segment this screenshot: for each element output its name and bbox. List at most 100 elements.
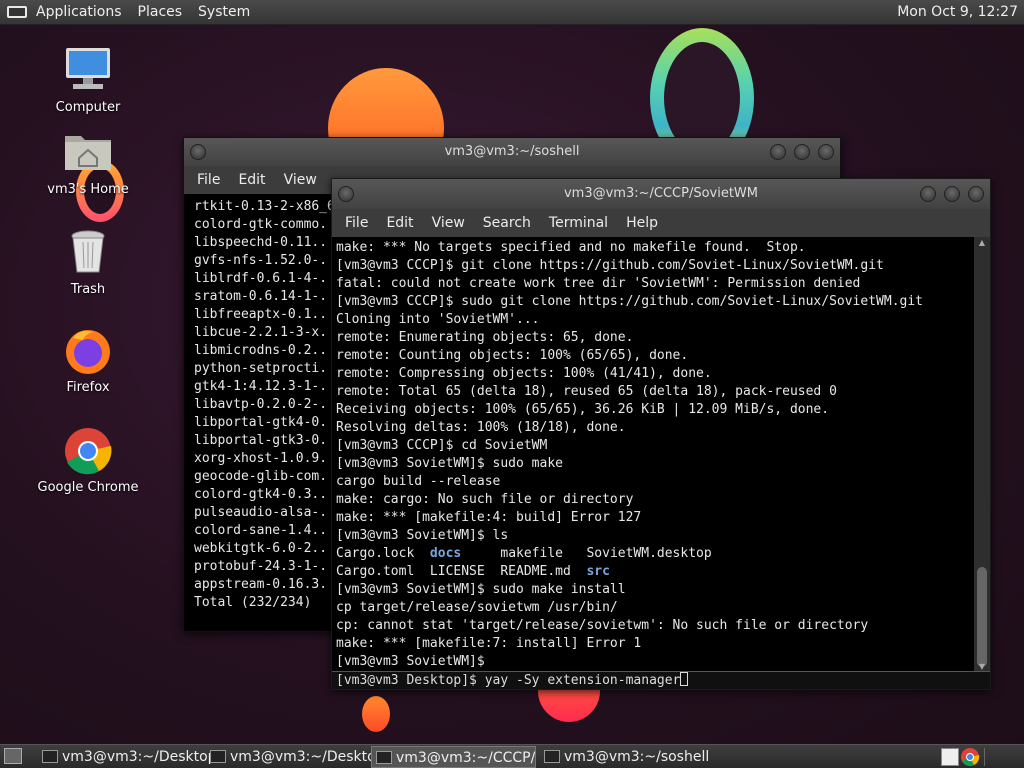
menu-search[interactable]: Search [474, 215, 540, 231]
desktop-icon-home[interactable]: vm3's Home [28, 128, 148, 197]
terminal-line: cp target/release/sovietwm /usr/bin/ [336, 600, 618, 615]
desktop-icon-computer[interactable]: Computer [28, 46, 148, 115]
home-folder-icon [63, 128, 113, 178]
terminal-line: geocode-glib-com. [194, 469, 328, 484]
window-title: vm3@vm3:~/soshell [444, 144, 580, 159]
terminal-line: gvfs-nfs-1.52.0-. [194, 253, 328, 268]
menu-file[interactable]: File [188, 172, 229, 188]
desktop-icon-label: Trash [70, 282, 106, 297]
terminal-line: colord-sane-1.4.. [194, 523, 328, 538]
scroll-up-icon[interactable]: ▲ [977, 239, 987, 247]
ls-output-row: Cargo.toml LICENSE README.md src [336, 564, 610, 579]
taskbar-item[interactable]: vm3@vm3:~/Desktop [38, 746, 218, 768]
terminal-line: protobuf-24.3-1-. [194, 559, 328, 574]
terminal-line: colord-gtk4-0.3.. [194, 487, 328, 502]
terminal-line: libavtp-0.2.0-2-. [194, 397, 328, 412]
terminal-line: [vm3@vm3 SovietWM]$ sudo make [336, 456, 563, 471]
scroll-down-icon[interactable]: ▼ [977, 663, 987, 671]
terminal-icon [544, 750, 560, 763]
menu-view[interactable]: View [275, 172, 326, 188]
computer-icon [63, 46, 113, 96]
terminal-line: libspeechd-0.11.. [194, 235, 328, 250]
top-panel: Applications Places System Mon Oct 9, 12… [0, 0, 1024, 25]
terminal-icon [210, 750, 226, 763]
terminal-line: sratom-0.6.14-1-. [194, 289, 328, 304]
menu-help[interactable]: Help [617, 215, 667, 231]
terminal-line: cargo build --release [336, 474, 501, 489]
terminal-window-sovietwm[interactable]: vm3@vm3:~/CCCP/SovietWM File Edit View S… [331, 178, 991, 690]
terminal-scrollbar[interactable]: ▲ ▼ [974, 237, 990, 673]
terminal-line: Receiving objects: 100% (65/65), 36.26 K… [336, 402, 830, 417]
terminal-output[interactable]: rtkit-0.13-2-x86_6 colord-gtk-commo. libsp… [184, 194, 334, 631]
minimize-button[interactable] [770, 144, 786, 160]
terminal-line: cp: cannot stat 'target/release/sovietwm… [336, 618, 869, 633]
desktop-icon-firefox[interactable]: Firefox [28, 326, 148, 395]
terminal-line: [vm3@vm3 SovietWM]$ ls [336, 528, 509, 543]
terminal-line: remote: Counting objects: 100% (65/65), … [336, 348, 689, 363]
minimize-button[interactable] [920, 186, 936, 202]
menu-edit[interactable]: Edit [229, 172, 274, 188]
taskbar-item[interactable]: vm3@vm3:~/Desktop [206, 746, 372, 768]
menu-applications[interactable]: Applications [28, 0, 130, 25]
firefox-icon [63, 326, 113, 376]
menu-places[interactable]: Places [130, 0, 191, 25]
terminal-line: make: cargo: No such file or directory [336, 492, 634, 507]
clock[interactable]: Mon Oct 9, 12:27 [897, 0, 1018, 25]
terminal-line: liblrdf-0.6.1-4-. [194, 271, 328, 286]
terminal-line: Resolving deltas: 100% (18/18), done. [336, 420, 626, 435]
window-menu-button[interactable] [338, 186, 354, 202]
terminal-line: gtk4-1:4.12.3-1-. [194, 379, 328, 394]
terminal-line: pulseaudio-alsa-. [194, 505, 328, 520]
terminal-line: xorg-xhost-1.0.9. [194, 451, 328, 466]
terminal-input-line[interactable]: [vm3@vm3 Desktop]$ yay -Sy extension-man… [332, 671, 990, 689]
ls-output-row: Cargo.lock docs makefile SovietWM.deskto… [336, 546, 712, 561]
text-cursor [680, 672, 689, 686]
window-menubar: File Edit View Search Terminal Help [332, 209, 990, 237]
window-title: vm3@vm3:~/CCCP/SovietWM [563, 186, 759, 201]
maximize-button[interactable] [794, 144, 810, 160]
terminal-line: rtkit-0.13-2-x86_6 [194, 199, 334, 214]
terminal-line: remote: Total 65 (delta 18), reused 65 (… [336, 384, 837, 399]
terminal-line: python-setprocti. [194, 361, 328, 376]
wallpaper-pill-shape [362, 696, 390, 732]
menu-system[interactable]: System [190, 0, 258, 25]
show-desktop-icon[interactable] [4, 748, 22, 764]
terminal-icon [42, 750, 58, 763]
desktop-icon-label: vm3's Home [47, 182, 129, 197]
window-titlebar[interactable]: vm3@vm3:~/soshell [184, 138, 840, 166]
desktop-icon-label: Google Chrome [37, 480, 139, 495]
terminal-line: fatal: could not create work tree dir 'S… [336, 276, 861, 291]
terminal-output[interactable]: make: *** No targets specified and no ma… [332, 237, 976, 673]
applications-logo-icon[interactable] [6, 3, 28, 21]
menu-edit[interactable]: Edit [377, 215, 422, 231]
terminal-line: libportal-gtk3-0. [194, 433, 328, 448]
taskbar-item[interactable]: vm3@vm3:~/soshell [540, 746, 720, 768]
terminal-line: appstream-0.16.3. [194, 577, 328, 592]
close-button[interactable] [968, 186, 984, 202]
window-titlebar[interactable]: vm3@vm3:~/CCCP/SovietWM [332, 179, 990, 209]
taskbar-item-active[interactable]: vm3@vm3:~/CCCP/... [371, 746, 536, 768]
terminal-line: [vm3@vm3 SovietWM]$ [336, 654, 485, 669]
terminal-icon [376, 751, 392, 764]
desktop-icon-trash[interactable]: Trash [28, 228, 148, 297]
terminal-line: Cloning into 'SovietWM'... [336, 312, 540, 327]
menu-view[interactable]: View [423, 215, 474, 231]
terminal-line: [vm3@vm3 CCCP]$ git clone https://github… [336, 258, 884, 273]
window-menu-button[interactable] [190, 144, 206, 160]
window-list-icon[interactable] [941, 748, 959, 766]
menu-terminal[interactable]: Terminal [540, 215, 617, 231]
trash-icon [63, 228, 113, 278]
terminal-line: make: *** [makefile:4: build] Error 127 [336, 510, 642, 525]
scrollbar-thumb[interactable] [977, 567, 987, 667]
desktop-icon-label: Computer [55, 100, 121, 115]
terminal-line: libcue-2.2.1-3-x. [194, 325, 328, 340]
tray-area [984, 748, 1020, 766]
terminal-line: webkitgtk-6.0-2.. [194, 541, 328, 556]
chrome-tray-icon[interactable] [960, 747, 980, 767]
terminal-line: colord-gtk-commo. [194, 217, 328, 232]
terminal-line: make: *** No targets specified and no ma… [336, 240, 806, 255]
desktop-icon-chrome[interactable]: Google Chrome [28, 426, 148, 495]
maximize-button[interactable] [944, 186, 960, 202]
menu-file[interactable]: File [336, 215, 377, 231]
close-button[interactable] [818, 144, 834, 160]
